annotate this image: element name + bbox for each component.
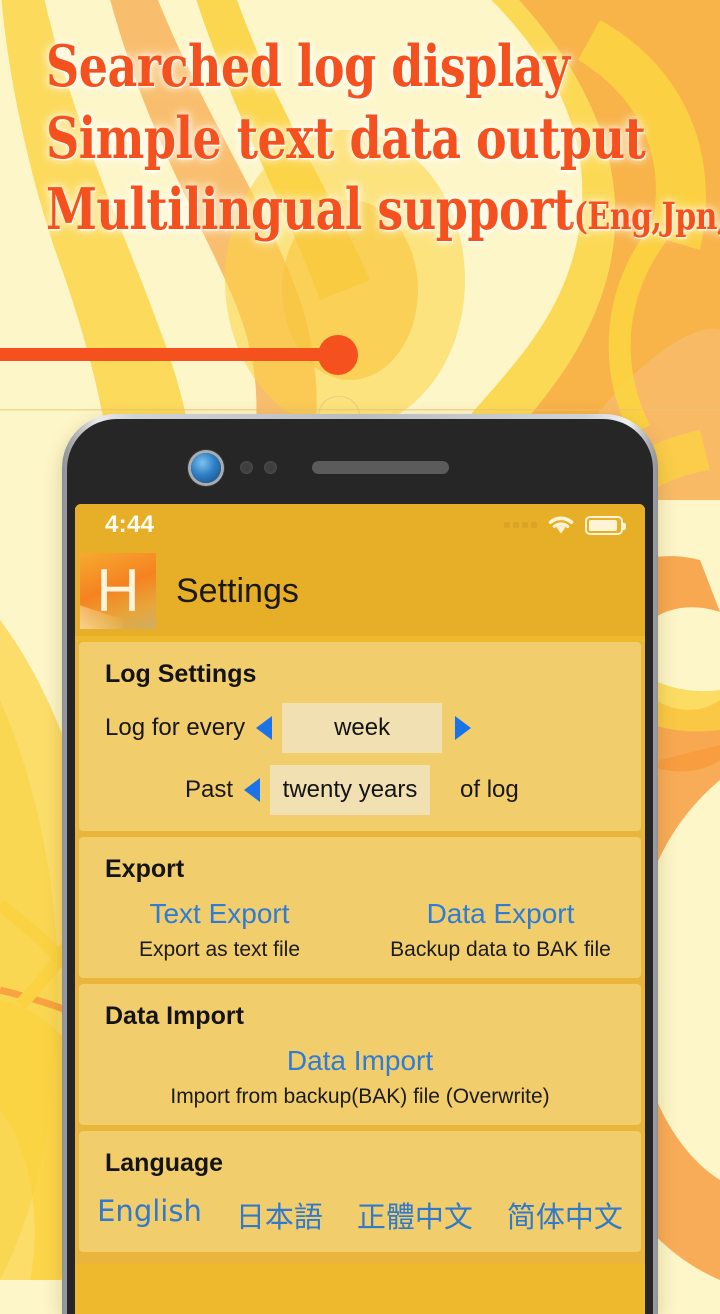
- data-export-description: Backup data to BAK file: [390, 938, 611, 961]
- front-camera-icon: [191, 453, 221, 483]
- status-bar: 4:44: [75, 504, 645, 546]
- status-bar-indicators: [504, 514, 626, 536]
- data-import-action: Data Import Import from backup(BAK) file…: [79, 1043, 641, 1109]
- triangle-right-icon[interactable]: [455, 716, 472, 740]
- decorative-slider-track: [0, 348, 339, 361]
- phone-top-bezel: [75, 419, 645, 504]
- signal-strength-icon: [504, 522, 537, 528]
- phone-bezel: 4:44 H Settings Log Settings Log for eve…: [67, 419, 653, 1314]
- headline-line-3: Multilingual support(Eng,Jpn,Cn): [46, 164, 720, 263]
- settings-content: Log Settings Log for every week Past twe…: [75, 642, 645, 1264]
- status-bar-time: 4:44: [105, 511, 155, 538]
- language-option-traditional-chinese[interactable]: 正體中文: [357, 1194, 473, 1236]
- card-language: Language English 日本語 正體中文 简体中文: [79, 1131, 641, 1252]
- wifi-icon: [548, 516, 574, 534]
- data-export-button[interactable]: Data Export: [360, 896, 641, 931]
- log-interval-value[interactable]: week: [282, 703, 443, 753]
- app-navigation-bar: H Settings: [75, 546, 645, 636]
- language-option-simplified-chinese[interactable]: 简体中文: [507, 1194, 623, 1236]
- log-settings-title: Log Settings: [105, 660, 257, 688]
- card-log-settings: Log Settings Log for every week Past twe…: [79, 642, 641, 831]
- light-sensor-icon: [264, 461, 277, 474]
- page-title: Settings: [176, 571, 299, 610]
- log-retention-suffix: of log: [460, 776, 519, 803]
- text-export-action: Text Export Export as text file: [79, 896, 360, 962]
- triangle-left-icon[interactable]: [256, 716, 273, 740]
- battery-icon: [585, 515, 626, 535]
- phone-mockup: 4:44 H Settings Log Settings Log for eve…: [62, 414, 658, 1314]
- data-import-title: Data Import: [105, 1002, 244, 1030]
- card-export: Export Text Export Export as text file D…: [79, 837, 641, 978]
- text-export-description: Export as text file: [138, 938, 301, 961]
- data-export-action: Data Export Backup data to BAK file: [360, 896, 641, 962]
- log-interval-row: Log for every week: [79, 703, 641, 753]
- log-retention-value[interactable]: twenty years: [270, 765, 431, 815]
- language-title: Language: [105, 1149, 224, 1177]
- data-import-actions: Data Import Import from backup(BAK) file…: [79, 1043, 641, 1109]
- language-option-japanese[interactable]: 日本語: [236, 1194, 323, 1236]
- headline-languages-note: (Eng,Jpn,Cn): [573, 195, 720, 240]
- triangle-left-icon[interactable]: [244, 778, 261, 802]
- earpiece-speaker-icon: [312, 461, 449, 474]
- log-retention-label: Past: [185, 776, 234, 803]
- log-retention-row: Past twenty years of log: [79, 765, 641, 815]
- app-logo: H: [80, 553, 156, 629]
- decorative-slider-knob: [318, 335, 358, 375]
- language-option-english[interactable]: English: [97, 1194, 202, 1236]
- headline-line-3-main: Multilingual support: [46, 175, 574, 243]
- export-title: Export: [105, 855, 185, 883]
- log-interval-label: Log for every: [105, 714, 246, 741]
- data-import-button[interactable]: Data Import: [79, 1043, 641, 1078]
- phone-screen: 4:44 H Settings Log Settings Log for eve…: [75, 504, 645, 1314]
- data-import-description: Import from backup(BAK) file (Overwrite): [170, 1085, 550, 1108]
- app-logo-letter: H: [96, 557, 140, 624]
- promo-headline-block: Searched log display Simple text data ou…: [0, 30, 720, 253]
- card-data-import: Data Import Data Import Import from back…: [79, 984, 641, 1125]
- text-export-button[interactable]: Text Export: [79, 896, 360, 931]
- export-actions: Text Export Export as text file Data Exp…: [79, 896, 641, 962]
- language-options: English 日本語 正體中文 简体中文: [79, 1194, 641, 1236]
- proximity-sensor-icon: [240, 461, 253, 474]
